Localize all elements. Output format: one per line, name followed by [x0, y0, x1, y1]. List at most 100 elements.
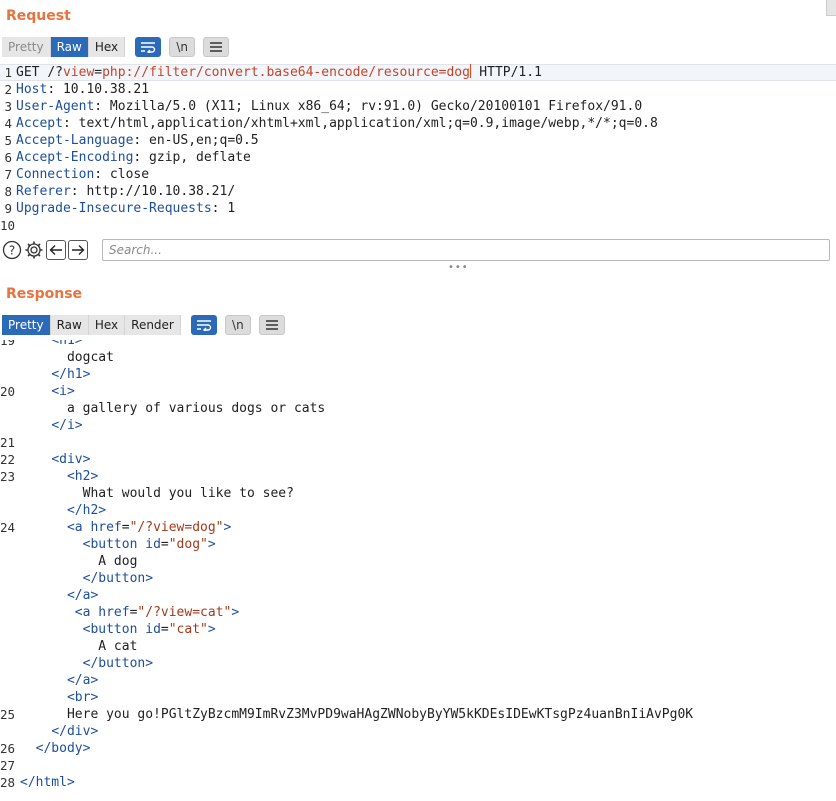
html-attr-name: id — [145, 537, 161, 552]
response-wrap-toggle[interactable] — [190, 315, 217, 335]
html-tag: <h2> — [66, 469, 99, 484]
line-number — [0, 553, 18, 570]
request-wrap-toggle[interactable] — [135, 37, 162, 57]
response-tab-hex[interactable]: Hex — [88, 315, 126, 335]
html-tag: <div> — [51, 452, 91, 467]
line-number: 19 — [0, 340, 16, 348]
wrap-icon — [141, 42, 156, 53]
line-number: 26 — [0, 741, 16, 756]
response-tab-raw[interactable]: Raw — [50, 315, 89, 335]
response-editor[interactable]: 19 <h1> dogcat </h1> 20 <i> a gallery of … — [0, 340, 836, 801]
html-tag: <a — [74, 605, 99, 620]
request-editor[interactable]: 1 GET /?view=php://filter/convert.base64… — [0, 64, 836, 234]
request-header-line: 10 — [0, 218, 16, 233]
arrow-left-icon — [49, 245, 62, 255]
line-number — [0, 400, 18, 417]
html-attr-value: "/?view=dog" — [129, 520, 224, 535]
response-line: A dog — [0, 553, 836, 570]
request-header-line: 2 Host: 10.10.38.21 — [4, 82, 150, 97]
line-number: 24 — [0, 520, 16, 535]
help-button[interactable]: ? — [2, 240, 22, 260]
request-line: 1 GET /?view=php://filter/convert.base64… — [4, 64, 542, 80]
settings-button[interactable] — [24, 240, 44, 260]
request-newline-toggle[interactable]: \n — [169, 37, 196, 57]
line-number: 27 — [0, 758, 16, 773]
response-line: 28 </html> — [0, 774, 836, 791]
response-line: </h1> — [0, 366, 836, 383]
response-line: a gallery of various dogs or cats — [0, 400, 836, 417]
response-line: </button> — [0, 655, 836, 672]
svg-text:?: ? — [9, 244, 15, 258]
request-menu-button[interactable] — [203, 37, 230, 57]
request-header-line: 8 Referer: http://10.10.38.21/ — [4, 184, 236, 199]
line-number: 28 — [0, 775, 16, 790]
line-number — [0, 417, 18, 434]
line-number — [0, 587, 18, 604]
help-icon: ? — [2, 240, 22, 260]
request-tab-pretty[interactable]: Pretty — [2, 37, 51, 57]
html-tag: <i> — [51, 384, 75, 399]
line-number — [0, 570, 18, 587]
gear-icon — [25, 241, 43, 259]
line-number — [0, 621, 18, 638]
html-tag: </a> — [66, 673, 99, 688]
response-line: 20 <i> — [0, 383, 836, 400]
html-attr-name: href — [90, 520, 122, 535]
wrap-icon — [196, 320, 212, 331]
html-tag: </h1> — [51, 367, 91, 382]
html-tag: </div> — [51, 724, 99, 739]
html-attr-value: "/?view=cat" — [137, 605, 232, 620]
response-tab-pretty[interactable]: Pretty — [2, 315, 51, 335]
request-tab-hex[interactable]: Hex — [88, 37, 126, 57]
html-attr-value: "cat" — [168, 622, 208, 637]
html-tag: </i> — [51, 418, 83, 433]
request-header-line: 4 Accept: text/html,application/xhtml+xml… — [4, 116, 658, 131]
line-number — [0, 655, 18, 672]
response-newline-toggle[interactable]: \n — [224, 315, 251, 335]
response-menu-button[interactable] — [258, 315, 285, 335]
html-tag: <br> — [66, 690, 99, 705]
html-text: What would you like to see? — [82, 486, 294, 501]
line-number — [0, 502, 18, 519]
line-number — [0, 638, 18, 655]
line-number: 25 — [0, 707, 16, 722]
search-next-button[interactable] — [68, 240, 88, 260]
html-tag: <button — [82, 622, 146, 637]
response-line: 22 <div> — [0, 451, 836, 468]
search-input[interactable] — [102, 239, 830, 261]
html-text: A dog — [98, 554, 138, 569]
response-title: Response — [6, 286, 83, 302]
newline-icon: \n — [232, 318, 244, 332]
menu-icon — [265, 320, 278, 330]
search-previous-button[interactable] — [46, 240, 66, 260]
html-attr-value: "dog" — [168, 537, 208, 552]
html-tag: <h1> — [51, 340, 83, 348]
response-line: </a> — [0, 672, 836, 689]
arrow-right-icon — [72, 245, 85, 255]
html-tag: </h2> — [66, 503, 107, 518]
request-header-line: 9 Upgrade-Insecure-Requests: 1 — [4, 201, 236, 216]
response-line: 21 — [0, 434, 836, 451]
response-line: </a> — [0, 587, 836, 604]
line-number — [0, 604, 18, 621]
request-header-line: 6 Accept-Encoding: gzip, deflate — [4, 150, 251, 165]
response-line: 25 Here you go!PGltZyBzcmM9ImRvZ3MvPD9wa… — [0, 706, 836, 723]
response-line: What would you like to see? — [0, 485, 836, 502]
request-tab-raw[interactable]: Raw — [50, 37, 89, 57]
pane-splitter-handle[interactable]: ••• — [448, 262, 469, 273]
response-tab-render[interactable]: Render — [125, 315, 181, 335]
line-number — [0, 536, 18, 553]
newline-icon: \n — [176, 40, 188, 54]
request-header-line: 5 Accept-Language: en-US,en;q=0.5 — [4, 133, 259, 148]
response-line: </h2> — [0, 502, 836, 519]
menu-icon — [210, 42, 223, 52]
line-number — [0, 689, 18, 706]
response-line: <br> — [0, 689, 836, 706]
html-tag: </button> — [82, 571, 154, 586]
response-line: 24 <a href="/?view=dog"> — [0, 520, 232, 535]
line-number — [0, 349, 18, 366]
response-line: 27 — [0, 757, 836, 774]
response-line: A cat — [0, 638, 836, 655]
response-line: <button id="dog"> — [0, 536, 836, 553]
response-line: <a href="/?view=cat"> — [0, 604, 836, 621]
